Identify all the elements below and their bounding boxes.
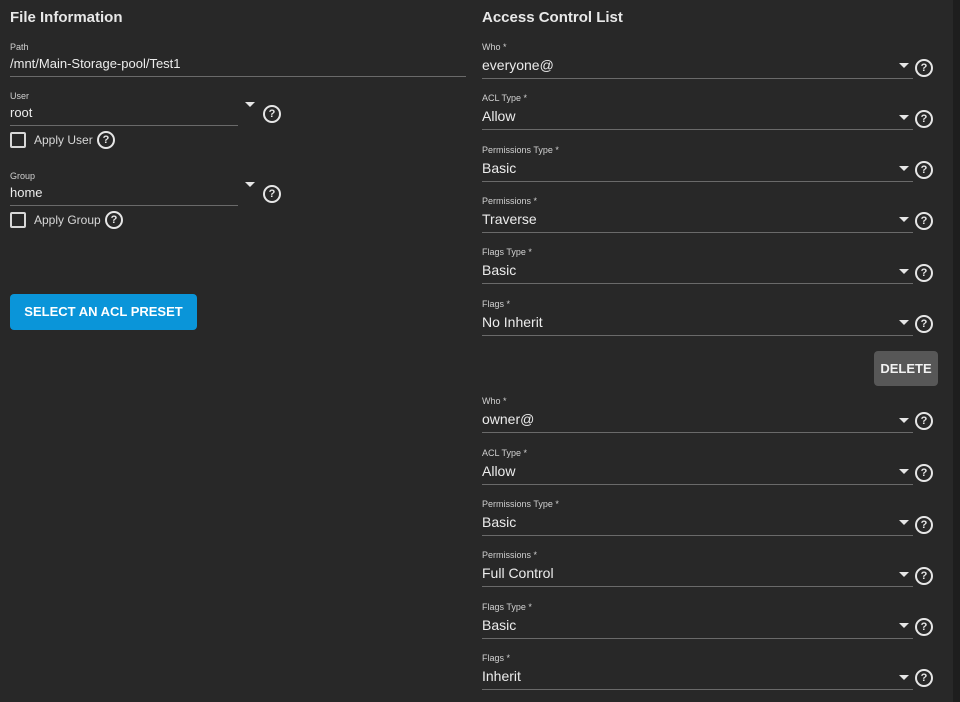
flags-type-dropdown-arrow-icon[interactable] xyxy=(899,623,909,628)
acl-type-help-icon[interactable]: ? xyxy=(915,464,933,482)
acl-type-underline xyxy=(482,484,913,485)
flags-type-label: Flags Type * xyxy=(482,602,532,612)
path-label: Path xyxy=(10,42,29,52)
permissions-type-label: Permissions Type * xyxy=(482,499,559,509)
acl-type-dropdown-arrow-icon[interactable] xyxy=(899,115,909,120)
flags-dropdown-arrow-icon[interactable] xyxy=(899,320,909,325)
delete-button[interactable]: DELETE xyxy=(874,351,938,386)
acl-type-value[interactable]: Allow xyxy=(482,108,515,124)
permissions-type-help-icon[interactable]: ? xyxy=(915,161,933,179)
permissions-type-dropdown-arrow-icon[interactable] xyxy=(899,166,909,171)
permissions-type-value[interactable]: Basic xyxy=(482,160,516,176)
group-underline xyxy=(10,205,238,206)
permissions-type-help-icon[interactable]: ? xyxy=(915,516,933,534)
user-value[interactable]: root xyxy=(10,105,32,120)
permissions-type-value[interactable]: Basic xyxy=(482,514,516,530)
who-label: Who * xyxy=(482,396,507,406)
flags-underline xyxy=(482,335,913,336)
flags-dropdown-arrow-icon[interactable] xyxy=(899,675,909,680)
permissions-value[interactable]: Full Control xyxy=(482,565,554,581)
permissions-type-underline xyxy=(482,535,913,536)
path-underline xyxy=(10,76,466,77)
permissions-value[interactable]: Traverse xyxy=(482,211,537,227)
flags-value[interactable]: No Inherit xyxy=(482,314,543,330)
flags-type-help-icon[interactable]: ? xyxy=(915,618,933,636)
apply-group-label[interactable]: Apply Group xyxy=(34,213,101,227)
flags-help-icon[interactable]: ? xyxy=(915,669,933,687)
acl-type-underline xyxy=(482,129,913,130)
flags-type-underline xyxy=(482,638,913,639)
flags-value[interactable]: Inherit xyxy=(482,668,521,684)
flags-type-value[interactable]: Basic xyxy=(482,262,516,278)
group-label: Group xyxy=(10,171,36,181)
flags-type-underline xyxy=(482,283,913,284)
flags-type-help-icon[interactable]: ? xyxy=(915,264,933,282)
who-value[interactable]: everyone@ xyxy=(482,57,554,73)
flags-type-label: Flags Type * xyxy=(482,247,532,257)
flags-label: Flags * xyxy=(482,299,511,309)
apply-group-checkbox[interactable] xyxy=(10,212,26,228)
file-information-title: File Information xyxy=(10,9,123,26)
permissions-dropdown-arrow-icon[interactable] xyxy=(899,217,909,222)
flags-underline xyxy=(482,689,913,690)
permissions-label: Permissions * xyxy=(482,196,538,206)
acl-type-label: ACL Type * xyxy=(482,448,528,458)
who-label: Who * xyxy=(482,42,507,52)
who-value[interactable]: owner@ xyxy=(482,411,534,427)
who-help-icon[interactable]: ? xyxy=(915,412,933,430)
who-underline xyxy=(482,432,913,433)
apply-user-help-icon[interactable]: ? xyxy=(97,131,115,149)
user-help-icon[interactable]: ? xyxy=(263,105,281,123)
group-value[interactable]: home xyxy=(10,185,43,200)
acl-type-help-icon[interactable]: ? xyxy=(915,110,933,128)
user-dropdown-arrow-icon[interactable] xyxy=(245,102,255,107)
flags-type-value[interactable]: Basic xyxy=(482,617,516,633)
who-dropdown-arrow-icon[interactable] xyxy=(899,63,909,68)
apply-user-checkbox[interactable] xyxy=(10,132,26,148)
path-value: /mnt/Main-Storage-pool/Test1 xyxy=(10,56,181,71)
flags-label: Flags * xyxy=(482,653,511,663)
who-help-icon[interactable]: ? xyxy=(915,59,933,77)
group-dropdown-arrow-icon[interactable] xyxy=(245,182,255,187)
apply-group-help-icon[interactable]: ? xyxy=(105,211,123,229)
permissions-help-icon[interactable]: ? xyxy=(915,212,933,230)
permissions-label: Permissions * xyxy=(482,550,538,560)
permissions-type-underline xyxy=(482,181,913,182)
permissions-underline xyxy=(482,586,913,587)
acl-type-label: ACL Type * xyxy=(482,93,528,103)
user-underline xyxy=(10,125,238,126)
who-dropdown-arrow-icon[interactable] xyxy=(899,418,909,423)
permissions-type-dropdown-arrow-icon[interactable] xyxy=(899,520,909,525)
group-help-icon[interactable]: ? xyxy=(263,185,281,203)
page-scrollbar[interactable] xyxy=(953,0,960,702)
apply-user-label[interactable]: Apply User xyxy=(34,133,93,147)
permissions-help-icon[interactable]: ? xyxy=(915,567,933,585)
access-control-list-title: Access Control List xyxy=(482,9,623,26)
who-underline xyxy=(482,78,913,79)
permissions-underline xyxy=(482,232,913,233)
acl-type-value[interactable]: Allow xyxy=(482,463,515,479)
permissions-dropdown-arrow-icon[interactable] xyxy=(899,572,909,577)
select-acl-preset-button[interactable]: SELECT AN ACL PRESET xyxy=(10,294,197,330)
flags-type-dropdown-arrow-icon[interactable] xyxy=(899,269,909,274)
flags-help-icon[interactable]: ? xyxy=(915,315,933,333)
user-label: User xyxy=(10,91,30,101)
permissions-type-label: Permissions Type * xyxy=(482,145,559,155)
acl-type-dropdown-arrow-icon[interactable] xyxy=(899,469,909,474)
